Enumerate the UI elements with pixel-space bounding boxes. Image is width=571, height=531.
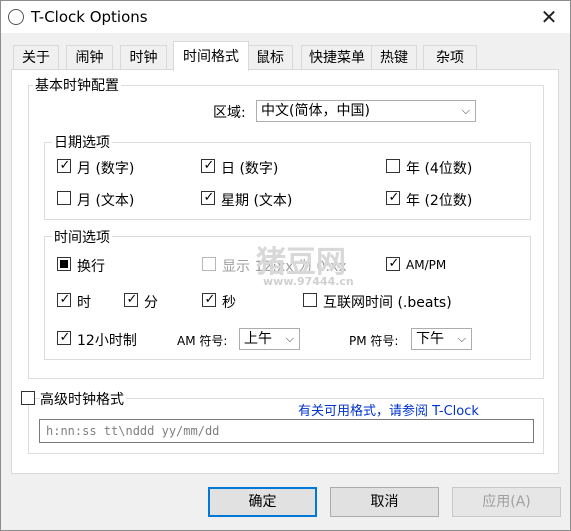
check-icon: ✓ xyxy=(388,190,400,205)
display-12-as-0-label: 显示 12:xx 为 0:xx xyxy=(222,259,347,275)
check-icon: ✓ xyxy=(388,256,400,271)
ok-button[interactable]: 确定 xyxy=(208,487,317,517)
pm-symbol-value: 下午 xyxy=(416,331,444,347)
month-numeric-label: 月 (数字) xyxy=(77,161,135,177)
advanced-format-checkbox[interactable] xyxy=(21,391,35,405)
cancel-button[interactable]: 取消 xyxy=(330,487,439,517)
apply-button[interactable]: 应用(A) xyxy=(452,487,561,517)
display-12-as-0-checkbox[interactable] xyxy=(202,257,216,271)
date-options-legend: 日期选项 xyxy=(52,132,112,152)
day-numeric-checkbox[interactable]: ✓ xyxy=(201,158,215,173)
twelve-hour-label: 12小时制 xyxy=(77,333,137,349)
check-icon: ✓ xyxy=(59,330,71,345)
weekday-text-checkbox[interactable]: ✓ xyxy=(201,190,215,205)
pm-symbol-label: PM 符号: xyxy=(349,334,399,348)
format-help-link[interactable]: 有关可用格式，请参阅 T-Clock xyxy=(298,400,479,419)
region-label: 区域: xyxy=(213,105,246,121)
month-numeric-checkbox[interactable]: ✓ xyxy=(57,158,71,173)
year-2digit-label: 年 (2位数) xyxy=(406,193,473,209)
region-value: 中文(简体，中国) xyxy=(261,103,370,119)
year-2digit-checkbox[interactable]: ✓ xyxy=(386,190,400,205)
chevron-down-icon: ⌵ xyxy=(461,104,470,117)
ampm-checkbox[interactable]: ✓ xyxy=(386,256,400,271)
check-icon: ✓ xyxy=(203,190,215,205)
tab-quick-menu[interactable]: 快捷菜单 xyxy=(301,45,373,70)
chevron-down-icon: ⌵ xyxy=(457,332,466,345)
tab-mouse[interactable]: 鼠标 xyxy=(247,45,293,70)
tab-time-format[interactable]: 时间格式 xyxy=(173,41,249,71)
minute-label: 分 xyxy=(144,295,158,311)
weekday-text-label: 星期 (文本) xyxy=(221,193,293,209)
check-icon: ✓ xyxy=(126,292,138,307)
year-4digit-checkbox[interactable] xyxy=(386,159,400,173)
close-icon[interactable]: ✕ xyxy=(531,3,567,31)
year-4digit-label: 年 (4位数) xyxy=(406,161,473,177)
minute-checkbox[interactable]: ✓ xyxy=(124,292,138,307)
am-symbol-label: AM 符号: xyxy=(177,334,228,348)
pm-symbol-select[interactable]: 下午 ⌵ xyxy=(411,328,472,350)
time-options-legend: 时间选项 xyxy=(52,227,112,247)
chevron-down-icon: ⌵ xyxy=(285,332,294,345)
internet-time-label: 互联网时间 (.beats) xyxy=(323,295,452,311)
internet-time-checkbox[interactable] xyxy=(303,293,317,307)
check-icon: ✓ xyxy=(59,292,71,307)
newline-label: 换行 xyxy=(77,259,105,275)
am-symbol-select[interactable]: 上午 ⌵ xyxy=(239,328,300,350)
hour-checkbox[interactable]: ✓ xyxy=(57,292,71,307)
second-label: 秒 xyxy=(222,295,236,311)
am-symbol-value: 上午 xyxy=(244,331,272,347)
tab-alarm[interactable]: 闹钟 xyxy=(66,45,113,70)
second-checkbox[interactable]: ✓ xyxy=(202,292,216,307)
advanced-format-input[interactable]: h:nn:ss tt\nddd yy/mm/dd xyxy=(39,419,534,443)
month-text-label: 月 (文本) xyxy=(77,193,135,209)
title-bar: T-Clock Options ✕ xyxy=(1,1,570,33)
month-text-checkbox[interactable] xyxy=(57,191,71,205)
twelve-hour-checkbox[interactable]: ✓ xyxy=(57,330,71,345)
tab-clock[interactable]: 时钟 xyxy=(120,45,167,70)
ampm-label: AM/PM xyxy=(406,258,447,272)
tab-hotkeys[interactable]: 热键 xyxy=(371,45,417,70)
day-numeric-label: 日 (数字) xyxy=(221,161,279,177)
options-window: T-Clock Options ✕ 关于 闹钟 时钟 时间格式 鼠标 快捷菜单 … xyxy=(0,0,571,531)
clock-icon xyxy=(8,9,24,25)
check-icon: ✓ xyxy=(203,158,215,173)
tab-about[interactable]: 关于 xyxy=(13,45,59,70)
check-icon: ✓ xyxy=(59,158,71,173)
tab-misc[interactable]: 杂项 xyxy=(423,45,477,70)
region-select[interactable]: 中文(简体，中国) ⌵ xyxy=(256,100,476,122)
advanced-format-label: 高级时钟格式 xyxy=(40,389,126,409)
window-title: T-Clock Options xyxy=(31,8,148,26)
hour-label: 时 xyxy=(77,295,91,311)
basic-config-legend: 基本时钟配置 xyxy=(33,75,121,95)
newline-checkbox[interactable] xyxy=(57,257,71,271)
check-icon: ✓ xyxy=(204,292,216,307)
